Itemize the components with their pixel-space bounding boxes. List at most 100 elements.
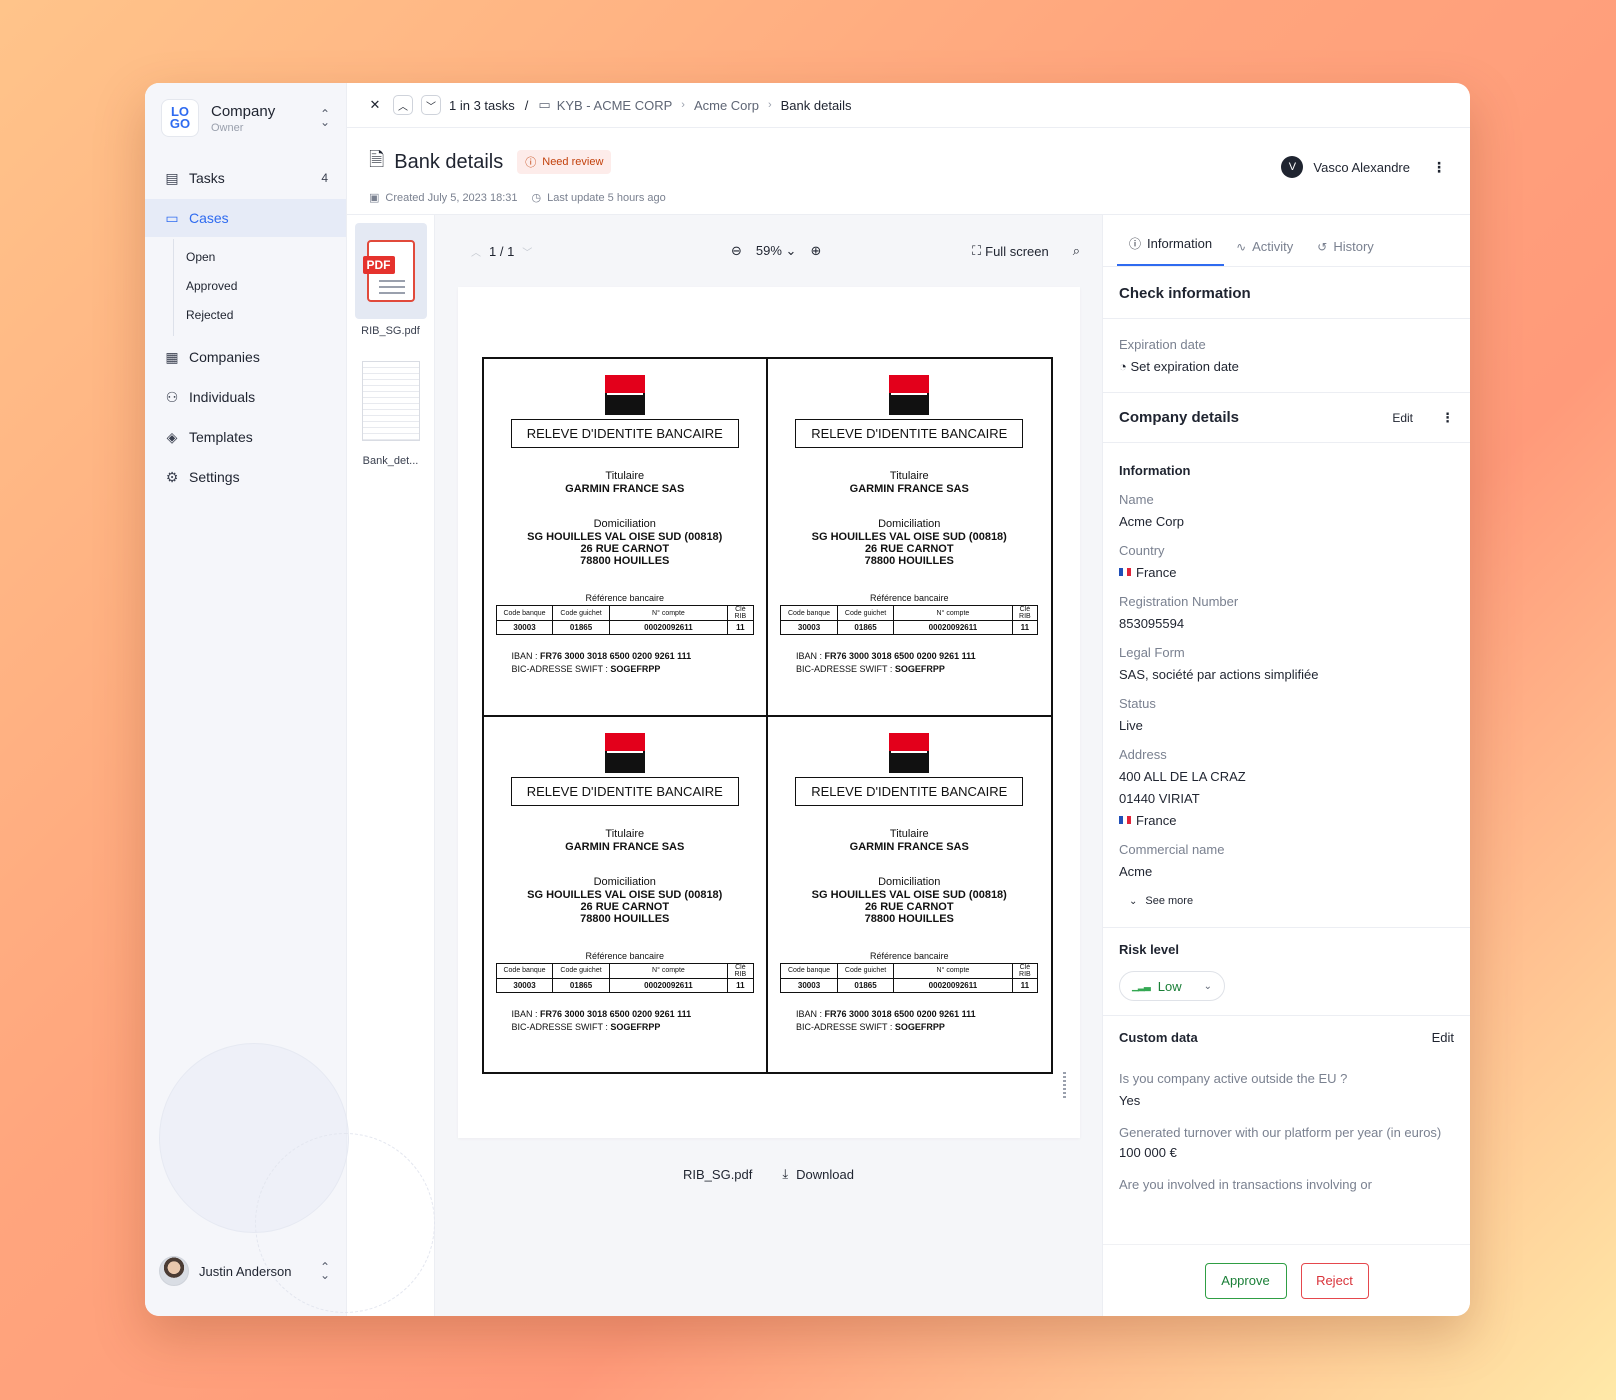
france-flag-icon [1119, 816, 1131, 824]
assignee-avatar: V [1281, 156, 1304, 178]
rib-col-header: Code guichet [552, 962, 610, 979]
rib-table: Code banque Code guichet N° compte Clé R… [780, 605, 1039, 635]
sidebar-item-tasks[interactable]: ▤ Tasks 4 [145, 159, 346, 197]
content-area: PDF RIB_SG.pdf Bank_det... ︿ 1 / 1 ﹀ ⊖ 5… [347, 215, 1470, 1316]
rib-cell: RELEVE D'IDENTITE BANCAIRE Titulaire GAR… [767, 358, 1052, 716]
thumbnail-item[interactable]: Bank_det... [347, 353, 434, 467]
rib-table: Code banque Code guichet N° compte Clé R… [495, 605, 754, 635]
breadcrumb-company[interactable]: Acme Corp [694, 98, 759, 113]
fullscreen-button[interactable]: ⛶ Full screen [972, 243, 1049, 259]
sidebar-item-label: Templates [189, 429, 253, 445]
rib-bic-label: BIC-ADRESSE SWIFT : [511, 1021, 608, 1032]
sidebar-item-templates[interactable]: ◈ Templates [145, 418, 346, 456]
zoom-out-icon[interactable]: ⊖ [731, 243, 742, 259]
more-vertical-icon[interactable]: ⋮ [1432, 159, 1446, 176]
sidebar-subitem-approved[interactable]: Approved [174, 272, 346, 301]
bank-logo [604, 732, 645, 773]
sidebar-subitem-rejected[interactable]: Rejected [174, 301, 346, 330]
edit-custom-data-button[interactable]: Edit [1432, 1030, 1454, 1045]
field-label: Name [1119, 492, 1154, 507]
section-title: Custom data [1119, 1030, 1198, 1045]
thumbnail-item[interactable]: PDF RIB_SG.pdf [347, 223, 434, 337]
rib-titulaire-label: Titulaire [605, 470, 645, 482]
rib-titulaire-label: Titulaire [889, 827, 929, 840]
section-title: Check information [1119, 285, 1251, 302]
rib-titulaire: GARMIN FRANCE SAS [849, 840, 969, 853]
more-vertical-icon[interactable]: ⋮ [1441, 410, 1454, 426]
gear-icon: ⚙ [165, 468, 179, 485]
rib-col-value: 01865 [836, 977, 895, 993]
assignee[interactable]: V Vasco Alexandre ⋮ [1281, 156, 1446, 178]
rib-cell: RELEVE D'IDENTITE BANCAIRE Titulaire GAR… [482, 358, 767, 716]
sidebar-subitem-open[interactable]: Open [174, 243, 346, 272]
chevron-up-icon[interactable]: ︿ [471, 244, 481, 259]
risk-level-select[interactable]: ▁▂▃ Low ⌄ [1119, 971, 1225, 1001]
sidebar: LO GO Company Owner ⌃ ⌄ ▤ Tasks 4 ▭ Cases… [145, 83, 435, 1316]
rib-col-header: Code guichet [836, 605, 895, 621]
company-switcher[interactable]: LO GO Company Owner ⌃ ⌄ [145, 83, 346, 149]
rib-domiciliation-line: SG HOUILLES VAL OISE SUD (00818) [527, 888, 723, 901]
page-title: Bank details [394, 150, 504, 173]
rib-col-header: Code guichet [552, 605, 610, 621]
sidebar-item-companies[interactable]: ▦ Companies [145, 338, 346, 376]
close-icon[interactable]: ✕ [365, 95, 385, 115]
field-value: SAS, société par actions simplifiée [1119, 667, 1319, 682]
field-label: Country [1119, 543, 1165, 558]
tab-history[interactable]: ↺ History [1305, 239, 1386, 266]
zoom-level-select[interactable]: 59% ⌄ [756, 243, 797, 259]
rib-domiciliation-line: 26 RUE CARNOT [580, 543, 670, 555]
reject-button[interactable]: Reject [1300, 1262, 1369, 1299]
field-value: 853095594 [1119, 616, 1185, 631]
tab-label: Activity [1252, 239, 1294, 254]
expiration-section: Expiration date ◔ Set expiration date [1103, 319, 1470, 393]
bank-logo [604, 375, 645, 415]
rib-title: RELEVE D'IDENTITE BANCAIRE [795, 776, 1024, 806]
rib-reference-label: Référence bancaire [585, 593, 665, 603]
rib-col-header: Clé RIB [727, 962, 754, 979]
clock-icon: ◷ [531, 192, 542, 204]
rib-domiciliation-label: Domiciliation [878, 518, 941, 530]
download-label: Download [796, 1166, 854, 1182]
chevron-down-icon[interactable]: ﹀ [522, 244, 532, 259]
rib-domiciliation-label: Domiciliation [878, 875, 941, 888]
rib-bic-value: SOGEFRPP [894, 664, 945, 674]
tab-label: Information [1147, 236, 1213, 251]
approve-button[interactable]: Approve [1204, 1262, 1287, 1299]
chevron-right-icon: › [767, 99, 772, 111]
rib-domiciliation-line: 26 RUE CARNOT [580, 900, 670, 913]
sidebar-item-cases[interactable]: ▭ Cases [145, 199, 346, 237]
sidebar-item-individuals[interactable]: ⚇ Individuals [145, 378, 346, 416]
rib-titulaire: GARMIN FRANCE SAS [849, 483, 969, 495]
timer-icon: ◔ [1119, 359, 1127, 374]
sidebar-item-settings[interactable]: ⚙ Settings [145, 458, 346, 496]
rib-iban-value: FR76 3000 3018 6500 0200 9261 111 [540, 1008, 692, 1019]
edit-company-button[interactable]: Edit [1392, 411, 1413, 425]
see-more-button[interactable]: ⌄ See more [1129, 895, 1454, 907]
panel-scroll[interactable]: Check information Expiration date ◔ Set … [1103, 267, 1470, 1316]
field-value: Live [1119, 718, 1143, 733]
download-button[interactable]: ⤓ Download [782, 1166, 854, 1182]
chevron-up-down-icon: ⌃ ⌄ [319, 1260, 331, 1282]
zoom-in-icon[interactable]: ⊕ [810, 243, 821, 259]
company-details-header: Company details Edit ⋮ [1103, 393, 1470, 443]
status-badge: ⓘ Need review [517, 150, 612, 174]
rib-bic-label: BIC-ADRESSE SWIFT : [511, 664, 608, 674]
set-expiration-button[interactable]: ◔ Set expiration date [1119, 359, 1454, 374]
rib-col-header: N° compte [608, 962, 729, 979]
rib-iban: IBAN : FR76 3000 3018 6500 0200 9261 111 [512, 1009, 767, 1019]
tab-information[interactable]: ⓘ Information [1117, 235, 1225, 266]
rib-col-header: N° compte [893, 962, 1013, 979]
rib-col-header: Code banque [780, 605, 838, 621]
country-name: France [1136, 813, 1177, 828]
rib-domiciliation-line: 78800 HOUILLES [864, 555, 954, 567]
pdf-file-icon: PDF [362, 240, 415, 302]
rib-iban-value: FR76 3000 3018 6500 0200 9261 111 [824, 651, 976, 661]
search-icon[interactable]: ⌕ [1073, 243, 1080, 259]
previous-task-button[interactable]: ︿ [393, 95, 413, 115]
user-switcher[interactable]: Justin Anderson ⌃ ⌄ [159, 1256, 332, 1286]
decision-actions: Approve Reject [1103, 1244, 1470, 1316]
tab-activity[interactable]: ∿ Activity [1224, 239, 1305, 266]
next-task-button[interactable]: ﹀ [421, 95, 441, 115]
rib-col-value: 01865 [552, 620, 610, 635]
breadcrumb-case[interactable]: KYB - ACME CORP [557, 98, 673, 113]
